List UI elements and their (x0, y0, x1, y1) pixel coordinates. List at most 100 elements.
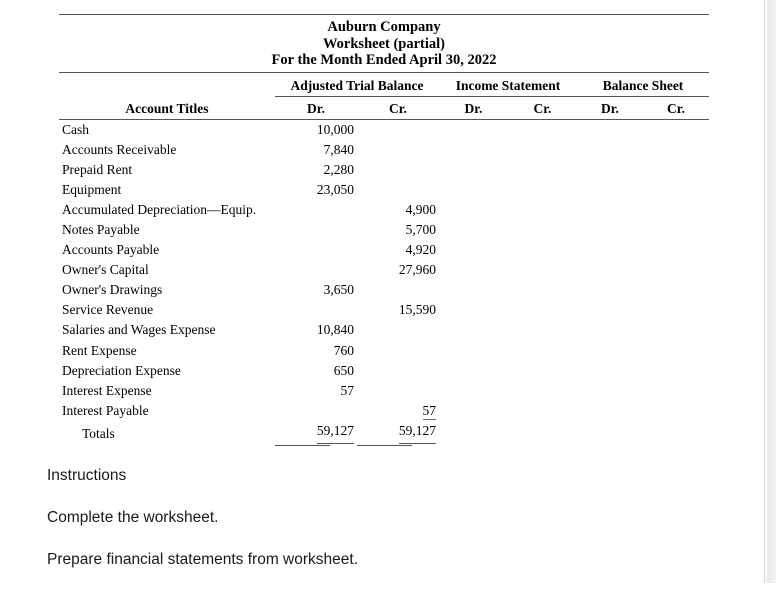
is-debit-cell[interactable] (439, 140, 508, 160)
atb-credit-cell[interactable]: 15,590 (357, 300, 439, 320)
atb-debit-cell[interactable]: 3,650 (275, 280, 357, 300)
bs-debit-cell[interactable] (577, 280, 643, 300)
is-debit-cell[interactable] (439, 320, 508, 340)
atb-credit-cell[interactable]: 4,920 (357, 240, 439, 260)
is-credit-cell[interactable] (508, 260, 577, 280)
is-debit-cell[interactable] (439, 119, 508, 140)
atb-credit-cell[interactable] (357, 160, 439, 180)
is-debit-cell[interactable] (439, 361, 508, 381)
bs-credit-cell[interactable] (643, 320, 709, 340)
bs-credit-cell[interactable] (643, 240, 709, 260)
bs-credit-cell[interactable] (643, 361, 709, 381)
atb-debit-cell[interactable]: 23,050 (275, 180, 357, 200)
atb-credit-cell[interactable] (357, 361, 439, 381)
atb-debit-cell[interactable] (275, 220, 357, 240)
is-credit-cell[interactable] (508, 180, 577, 200)
atb-debit-cell[interactable] (275, 300, 357, 320)
atb-credit-cell[interactable]: 57 (357, 401, 439, 421)
is-debit-cell[interactable] (439, 200, 508, 220)
is-credit-cell[interactable] (508, 361, 577, 381)
atb-debit-cell[interactable]: 10,840 (275, 320, 357, 340)
bs-debit-cell[interactable] (577, 300, 643, 320)
is-debit-cell[interactable] (439, 300, 508, 320)
bs-debit-cell[interactable] (577, 140, 643, 160)
bs-credit-cell[interactable] (643, 180, 709, 200)
is-credit-cell[interactable] (508, 240, 577, 260)
atb-debit-cell[interactable]: 57 (275, 381, 357, 401)
atb-credit-cell[interactable]: 27,960 (357, 260, 439, 280)
is-debit-cell[interactable] (439, 381, 508, 401)
is-debit-cell[interactable] (439, 160, 508, 180)
atb-debit-cell[interactable]: 760 (275, 341, 357, 361)
atb-debit-cell[interactable] (275, 401, 357, 421)
group-header-balance-sheet: Balance Sheet (577, 73, 709, 97)
bs-debit-cell[interactable] (577, 160, 643, 180)
atb-credit-cell[interactable] (357, 119, 439, 140)
bs-debit-cell[interactable] (577, 220, 643, 240)
is-credit-cell[interactable] (508, 200, 577, 220)
atb-credit-cell[interactable] (357, 280, 439, 300)
atb-credit-cell[interactable] (357, 180, 439, 200)
atb-debit-cell[interactable]: 7,840 (275, 140, 357, 160)
atb-debit-cell[interactable]: 2,280 (275, 160, 357, 180)
bs-credit-cell[interactable] (643, 260, 709, 280)
bs-debit-cell[interactable] (577, 381, 643, 401)
page-right-edge[interactable] (764, 0, 776, 583)
totals-atb-credit[interactable]: 59,127 (357, 421, 439, 444)
company-name: Auburn Company (327, 19, 441, 35)
atb-debit-cell[interactable] (275, 240, 357, 260)
totals-is-credit[interactable] (508, 421, 577, 444)
atb-credit-cell[interactable] (357, 140, 439, 160)
totals-bs-credit[interactable] (643, 421, 709, 444)
bs-debit-cell[interactable] (577, 401, 643, 421)
is-credit-cell[interactable] (508, 220, 577, 240)
bs-debit-cell[interactable] (577, 260, 643, 280)
is-credit-cell[interactable] (508, 401, 577, 421)
bs-debit-cell[interactable] (577, 341, 643, 361)
bs-credit-cell[interactable] (643, 280, 709, 300)
is-debit-cell[interactable] (439, 240, 508, 260)
atb-credit-cell[interactable]: 5,700 (357, 220, 439, 240)
atb-debit-cell[interactable]: 10,000 (275, 119, 357, 140)
is-debit-cell[interactable] (439, 401, 508, 421)
is-debit-cell[interactable] (439, 260, 508, 280)
bs-debit-cell[interactable] (577, 361, 643, 381)
atb-credit-cell[interactable] (357, 381, 439, 401)
atb-debit-cell[interactable]: 650 (275, 361, 357, 381)
is-debit-cell[interactable] (439, 220, 508, 240)
atb-debit-cell[interactable] (275, 260, 357, 280)
is-credit-cell[interactable] (508, 119, 577, 140)
is-credit-cell[interactable] (508, 140, 577, 160)
totals-is-debit[interactable] (439, 421, 508, 444)
is-credit-cell[interactable] (508, 280, 577, 300)
bs-credit-cell[interactable] (643, 341, 709, 361)
account-title: Prepaid Rent (62, 161, 133, 177)
bs-debit-cell[interactable] (577, 320, 643, 340)
bs-credit-cell[interactable] (643, 160, 709, 180)
is-debit-cell[interactable] (439, 280, 508, 300)
atb-credit-cell[interactable] (357, 320, 439, 340)
bs-credit-cell[interactable] (643, 300, 709, 320)
bs-credit-cell[interactable] (643, 401, 709, 421)
is-credit-cell[interactable] (508, 341, 577, 361)
bs-debit-cell[interactable] (577, 240, 643, 260)
is-credit-cell[interactable] (508, 300, 577, 320)
bs-debit-cell[interactable] (577, 180, 643, 200)
atb-credit-cell[interactable]: 4,900 (357, 200, 439, 220)
is-credit-cell[interactable] (508, 160, 577, 180)
bs-debit-cell[interactable] (577, 200, 643, 220)
atb-credit-cell[interactable] (357, 341, 439, 361)
is-debit-cell[interactable] (439, 180, 508, 200)
bs-credit-cell[interactable] (643, 381, 709, 401)
bs-credit-cell[interactable] (643, 140, 709, 160)
is-credit-cell[interactable] (508, 320, 577, 340)
bs-credit-cell[interactable] (643, 119, 709, 140)
totals-bs-debit[interactable] (577, 421, 643, 444)
bs-debit-cell[interactable] (577, 119, 643, 140)
bs-credit-cell[interactable] (643, 220, 709, 240)
atb-debit-cell[interactable] (275, 200, 357, 220)
is-debit-cell[interactable] (439, 341, 508, 361)
totals-atb-debit[interactable]: 59,127 (275, 421, 357, 444)
bs-credit-cell[interactable] (643, 200, 709, 220)
is-credit-cell[interactable] (508, 381, 577, 401)
